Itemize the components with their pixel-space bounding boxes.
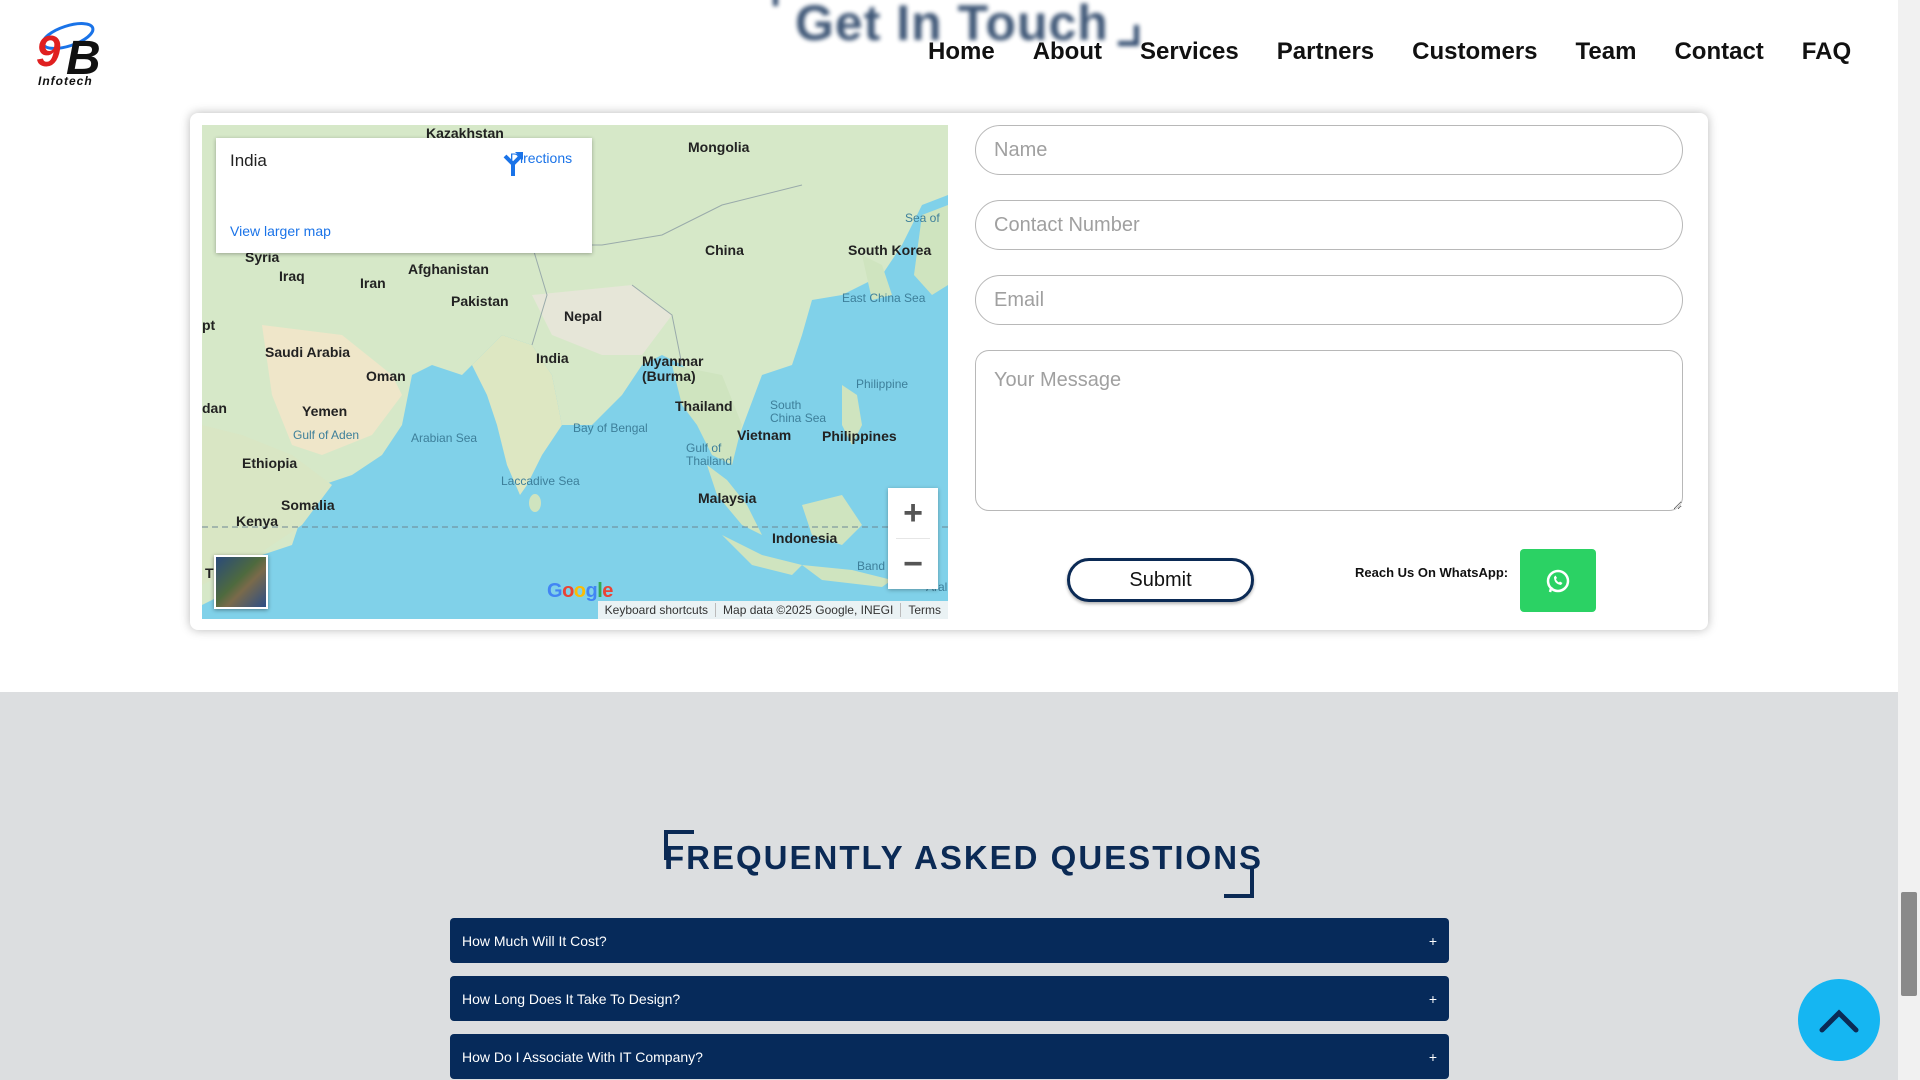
map-zoom-controls: + − <box>888 488 938 589</box>
map-label-ethiopia: Ethiopia <box>242 455 298 471</box>
map-label-nepal: Nepal <box>564 308 603 324</box>
map-label-afghanistan: Afghanistan <box>408 261 489 277</box>
whatsapp-icon <box>1546 569 1570 592</box>
map-label-saudi-arabia: Saudi Arabia <box>265 344 351 360</box>
name-field[interactable] <box>975 125 1683 175</box>
map-label-thailand: Thailand <box>675 398 733 414</box>
chevron-up-icon <box>1819 1009 1859 1033</box>
main-nav: Home About Services Partners Customers T… <box>928 38 1889 66</box>
map-label-malaysia: Malaysia <box>698 490 757 506</box>
page: Get In Touch 9 B Infotech Home About Ser… <box>0 0 1898 1080</box>
terms-link[interactable]: Terms <box>900 603 948 617</box>
nav-about[interactable]: About <box>1033 38 1102 66</box>
map-label-south-korea: South Korea <box>848 242 932 258</box>
map-place-name: India <box>230 151 267 170</box>
map-data-attribution: Map data ©2025 Google, INEGI <box>715 603 900 617</box>
map-label-arabian-sea: Arabian Sea <box>411 431 478 445</box>
faq-title: FREQUENTLY ASKED QUESTIONS <box>664 839 1264 876</box>
view-larger-map-link[interactable]: View larger map <box>230 223 331 239</box>
faq-question: How Long Does It Take To Design? <box>462 990 681 1007</box>
faq-toggle-icon: + <box>1428 990 1437 1007</box>
map-label-somalia: Somalia <box>281 497 335 513</box>
svg-text:B: B <box>66 32 101 78</box>
faq-question: How Do I Associate With IT Company? <box>462 1048 703 1065</box>
map-label-bay-of-bengal: Bay of Bengal <box>573 421 648 435</box>
page-scrollbar[interactable] <box>1898 0 1920 1080</box>
logo-text: Infotech <box>38 74 93 88</box>
email-field[interactable] <box>975 275 1683 325</box>
map-info-box: India Directions View larger map <box>216 138 592 253</box>
map-label-philippines: Philippines <box>822 428 897 444</box>
satellite-view-toggle[interactable] <box>214 555 268 609</box>
map-label-sea-of-japan: Sea of <box>905 211 940 225</box>
map-label-china: China <box>705 242 744 258</box>
map-label-laccadive-sea: Laccadive Sea <box>501 474 580 488</box>
map-label-kenya: Kenya <box>236 513 279 529</box>
zoom-out-button[interactable]: − <box>888 539 938 589</box>
faq-toggle-icon: + <box>1428 932 1437 949</box>
nav-home[interactable]: Home <box>928 38 995 66</box>
faq-question: How Much Will It Cost? <box>462 932 607 949</box>
map-label-egypt-partial: pt <box>202 317 216 333</box>
nav-team[interactable]: Team <box>1576 38 1637 66</box>
map-label-india: India <box>536 350 569 366</box>
map-label-myanmar: Myanmar (Burma) <box>642 353 704 384</box>
keyboard-shortcuts-link[interactable]: Keyboard shortcuts <box>598 603 715 617</box>
submit-button[interactable]: Submit <box>1067 558 1254 602</box>
nav-services[interactable]: Services <box>1140 38 1239 66</box>
scrollbar-thumb[interactable] <box>1901 892 1917 996</box>
google-map[interactable]: Kazakhstan Mongolia China South Korea Se… <box>202 125 948 619</box>
faq-title-bracket-right <box>1224 868 1254 898</box>
nav-partners[interactable]: Partners <box>1277 38 1374 66</box>
map-label-vietnam: Vietnam <box>737 427 792 443</box>
map-label-indonesia: Indonesia <box>772 530 838 546</box>
svg-text:9: 9 <box>36 27 61 76</box>
map-label-south-china-sea: South China Sea <box>770 398 827 425</box>
whatsapp-button[interactable] <box>1520 549 1596 612</box>
faq-section: FREQUENTLY ASKED QUESTIONS How Much Will… <box>0 692 1898 1080</box>
map-label-pakistan: Pakistan <box>451 293 509 309</box>
nav-customers[interactable]: Customers <box>1412 38 1537 66</box>
directions-button[interactable]: Directions <box>501 150 581 176</box>
map-label-tanzania-partial: T <box>205 565 214 581</box>
nav-faq[interactable]: FAQ <box>1802 38 1851 66</box>
map-label-east-china-sea: East China Sea <box>842 291 926 305</box>
faq-toggle-icon: + <box>1428 1048 1437 1065</box>
map-label-gulf-of-thailand: Gulf of Thailand <box>686 441 733 468</box>
whatsapp-label: Reach Us On WhatsApp: <box>1355 565 1509 580</box>
faq-item[interactable]: How Much Will It Cost? + <box>450 918 1449 963</box>
map-label-philippine-sea: Philippine <box>856 377 909 391</box>
map-label-sudan-partial: dan <box>202 400 227 416</box>
google-logo: Google <box>547 580 613 602</box>
map-label-banda-sea: Band <box>857 559 886 573</box>
zoom-in-button[interactable]: + <box>888 488 938 538</box>
map-label-yemen: Yemen <box>302 403 348 419</box>
map-label-gulf-of-aden: Gulf of Aden <box>293 428 360 442</box>
map-label-mongolia: Mongolia <box>688 139 750 155</box>
map-label-iraq: Iraq <box>279 268 305 284</box>
map-label-oman: Oman <box>366 368 406 384</box>
directions-icon <box>503 152 523 176</box>
contact-card: Kazakhstan Mongolia China South Korea Se… <box>190 113 1708 630</box>
message-field[interactable] <box>975 350 1683 511</box>
map-label-iran: Iran <box>360 275 386 291</box>
faq-item[interactable]: How Long Does It Take To Design? + <box>450 976 1449 1021</box>
map-footer: Keyboard shortcuts Map data ©2025 Google… <box>597 601 948 619</box>
nav-contact[interactable]: Contact <box>1674 38 1763 66</box>
scroll-to-top-button[interactable] <box>1798 979 1880 1061</box>
faq-item[interactable]: How Do I Associate With IT Company? + <box>450 1034 1449 1079</box>
contact-number-field[interactable] <box>975 200 1683 250</box>
